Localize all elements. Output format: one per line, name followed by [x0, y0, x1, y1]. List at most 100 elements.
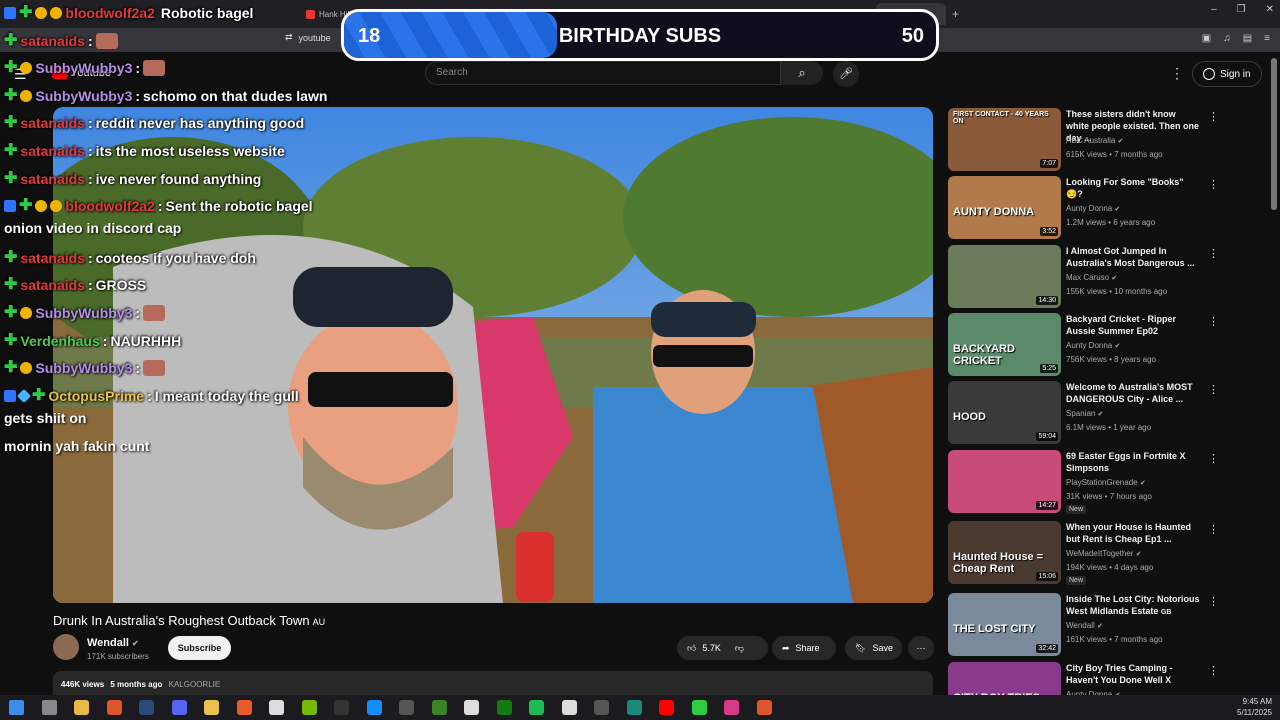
- settings-dots-icon[interactable]: ⋮: [1170, 65, 1184, 82]
- channel-name[interactable]: Wendall ✔: [87, 637, 139, 649]
- maximize-button[interactable]: ❐: [1237, 4, 1246, 15]
- chat-username[interactable]: SubbyWubby3: [35, 60, 132, 76]
- subscribe-button[interactable]: Subscribe: [168, 636, 231, 660]
- youtube-icon[interactable]: [659, 700, 674, 715]
- chat-username[interactable]: OctopusPrime: [48, 388, 144, 404]
- recommendation-item[interactable]: HOOD 59:04 Welcome to Australia's MOST DAN…: [948, 381, 1268, 445]
- recommendation-thumbnail[interactable]: BACKYARD CRICKET 5:25: [948, 313, 1061, 376]
- more-options-icon[interactable]: ⋮: [1208, 523, 1219, 536]
- recommendation-title[interactable]: Inside The Lost City: Notorious West Mid…: [1066, 593, 1201, 619]
- chat-username[interactable]: SubbyWubby3: [35, 88, 132, 104]
- brave-icon[interactable]: [106, 700, 122, 715]
- recommendation-title[interactable]: I Almost Got Jumped In Australia's Most …: [1066, 245, 1201, 269]
- minecraft-icon[interactable]: [431, 700, 447, 715]
- chat-username[interactable]: Verdenhaus: [20, 333, 99, 349]
- microphone-icon[interactable]: 🎤︎: [833, 61, 859, 87]
- chat-username[interactable]: bloodwolf2a2: [65, 198, 154, 214]
- recommendation-thumbnail[interactable]: FIRST CONTACT - 40 YEARS ON 7:07: [948, 108, 1061, 171]
- wallet-icon[interactable]: ▤: [1243, 33, 1252, 44]
- recommendation-title[interactable]: 69 Easter Eggs in Fortnite X Simpsons: [1066, 450, 1201, 474]
- cursor-forge-icon[interactable]: [464, 700, 479, 715]
- origin-icon[interactable]: [236, 700, 252, 715]
- system-clock[interactable]: 9:45 AM 5/11/2025: [1237, 696, 1272, 718]
- recommendation-item[interactable]: BACKYARD CRICKET 5:25 Backyard Cricket - R…: [948, 313, 1268, 377]
- recommendation-item[interactable]: AUNTY DONNA 3:52 Looking For Some "Books" …: [948, 176, 1268, 240]
- recommendation-channel[interactable]: Max Caruso ✔: [1066, 273, 1117, 282]
- recommendation-item[interactable]: THE LOST CITY 32:42 Inside The Lost City: …: [948, 593, 1268, 657]
- chat-username[interactable]: satanaids: [20, 277, 85, 293]
- steam-icon[interactable]: [139, 700, 154, 715]
- recommendation-item[interactable]: 14:27 69 Easter Eggs in Fortnite X Simpso…: [948, 450, 1268, 514]
- recommendation-item[interactable]: Haunted House = Cheap Rent 15:06 When your…: [948, 521, 1268, 585]
- chat-username[interactable]: SubbyWubby3: [35, 360, 132, 376]
- dislike-icon[interactable]: 👎︎: [735, 643, 744, 654]
- channel-avatar[interactable]: [53, 634, 79, 660]
- more-options-icon[interactable]: ⋮: [1208, 247, 1219, 260]
- terminal-icon[interactable]: [626, 700, 642, 715]
- obs-studio-icon[interactable]: [561, 700, 577, 715]
- like-icon[interactable]: 👍︎: [687, 643, 696, 654]
- recommendation-thumbnail[interactable]: AUNTY DONNA 3:52: [948, 176, 1061, 239]
- xbox-icon[interactable]: [496, 700, 512, 715]
- recommendation-channel[interactable]: Aunty Donna ✔: [1066, 204, 1120, 213]
- location-tag[interactable]: KALGOORLIE: [169, 680, 221, 689]
- recommendation-title[interactable]: City Boy Tries Camping - Haven't You Don…: [1066, 662, 1201, 686]
- more-options-icon[interactable]: ⋮: [1208, 452, 1219, 465]
- chat-username[interactable]: bloodwolf2a2: [65, 5, 154, 21]
- recommendation-title[interactable]: Backyard Cricket - Ripper Aussie Summer …: [1066, 313, 1201, 337]
- page-scrollbar[interactable]: [1271, 58, 1277, 210]
- color-app-icon[interactable]: [724, 700, 739, 715]
- chat-username[interactable]: satanaids: [20, 143, 85, 159]
- battlenet-icon[interactable]: [366, 700, 382, 715]
- chat-username[interactable]: satanaids: [20, 115, 85, 131]
- chat-username[interactable]: satanaids: [20, 171, 85, 187]
- signin-button[interactable]: Sign in: [1192, 61, 1262, 87]
- recommendation-title[interactable]: Welcome to Australia's MOST DANGEROUS Ci…: [1066, 381, 1201, 405]
- recommendation-channel[interactable]: PlayStationGrenade ✔: [1066, 478, 1146, 487]
- task-view-icon[interactable]: [41, 700, 57, 715]
- chat-username[interactable]: satanaids: [20, 33, 85, 49]
- voice-app-icon[interactable]: [594, 700, 609, 715]
- sidebar-icon[interactable]: ▣: [1202, 33, 1211, 44]
- discord-icon[interactable]: [171, 700, 187, 715]
- search-icon[interactable]: ⌕: [781, 61, 823, 85]
- spotify-icon[interactable]: [529, 700, 544, 715]
- nvidia-icon[interactable]: [301, 700, 317, 715]
- url-field[interactable]: ⇄ youtube: [285, 32, 331, 43]
- windows-start-icon[interactable]: [9, 700, 24, 715]
- recommendation-channel[interactable]: ABC Australia ✔: [1066, 136, 1123, 145]
- recommendation-thumbnail[interactable]: 14:30: [948, 245, 1061, 308]
- more-options-icon[interactable]: ⋮: [1208, 110, 1219, 123]
- close-window-button[interactable]: ✕: [1266, 4, 1274, 15]
- chrome-icon[interactable]: [74, 700, 89, 715]
- description-box[interactable]: 446K views 5 months ago KALGOORLIE: [53, 671, 933, 695]
- recommendation-thumbnail[interactable]: Haunted House = Cheap Rent 15:06: [948, 521, 1061, 584]
- more-options-icon[interactable]: ⋮: [1208, 664, 1219, 677]
- minimize-button[interactable]: –: [1211, 4, 1217, 15]
- more-options-icon[interactable]: ⋮: [1208, 178, 1219, 191]
- file-explorer-icon[interactable]: [204, 700, 219, 715]
- recommendation-channel[interactable]: WeMadeItTogether ✔: [1066, 549, 1142, 558]
- more-options-icon[interactable]: ⋮: [1208, 595, 1219, 608]
- search-input[interactable]: Search: [425, 61, 781, 85]
- recommendation-channel[interactable]: Spanian ✔: [1066, 409, 1103, 418]
- more-actions-icon[interactable]: ⋯: [908, 636, 934, 660]
- recommendation-title[interactable]: Looking For Some "Books" 😏?: [1066, 176, 1201, 200]
- more-options-icon[interactable]: ⋮: [1208, 315, 1219, 328]
- recommendation-item[interactable]: FIRST CONTACT - 40 YEARS ON 7:07 These sis…: [948, 108, 1268, 172]
- recommendation-thumbnail[interactable]: THE LOST CITY 32:42: [948, 593, 1061, 656]
- recommendation-title[interactable]: When your House is Haunted but Rent is C…: [1066, 521, 1201, 545]
- recommendation-channel[interactable]: Wendall ✔: [1066, 621, 1103, 630]
- music-icon[interactable]: ♫: [1223, 33, 1231, 44]
- share-button[interactable]: ➦ Share: [772, 636, 836, 660]
- recommendation-item[interactable]: 14:30 I Almost Got Jumped In Australia's …: [948, 245, 1268, 309]
- new-tab-button[interactable]: +: [946, 3, 965, 25]
- unity-icon[interactable]: [399, 700, 414, 715]
- like-count[interactable]: 5.7K: [702, 643, 721, 653]
- app-icon[interactable]: [691, 700, 707, 715]
- chat-username[interactable]: SubbyWubby3: [35, 305, 132, 321]
- recommendation-thumbnail[interactable]: 14:27: [948, 450, 1061, 513]
- obs-icon[interactable]: [269, 700, 284, 715]
- recommendation-thumbnail[interactable]: HOOD 59:04: [948, 381, 1061, 444]
- site-settings-icon[interactable]: ⇄: [285, 32, 293, 43]
